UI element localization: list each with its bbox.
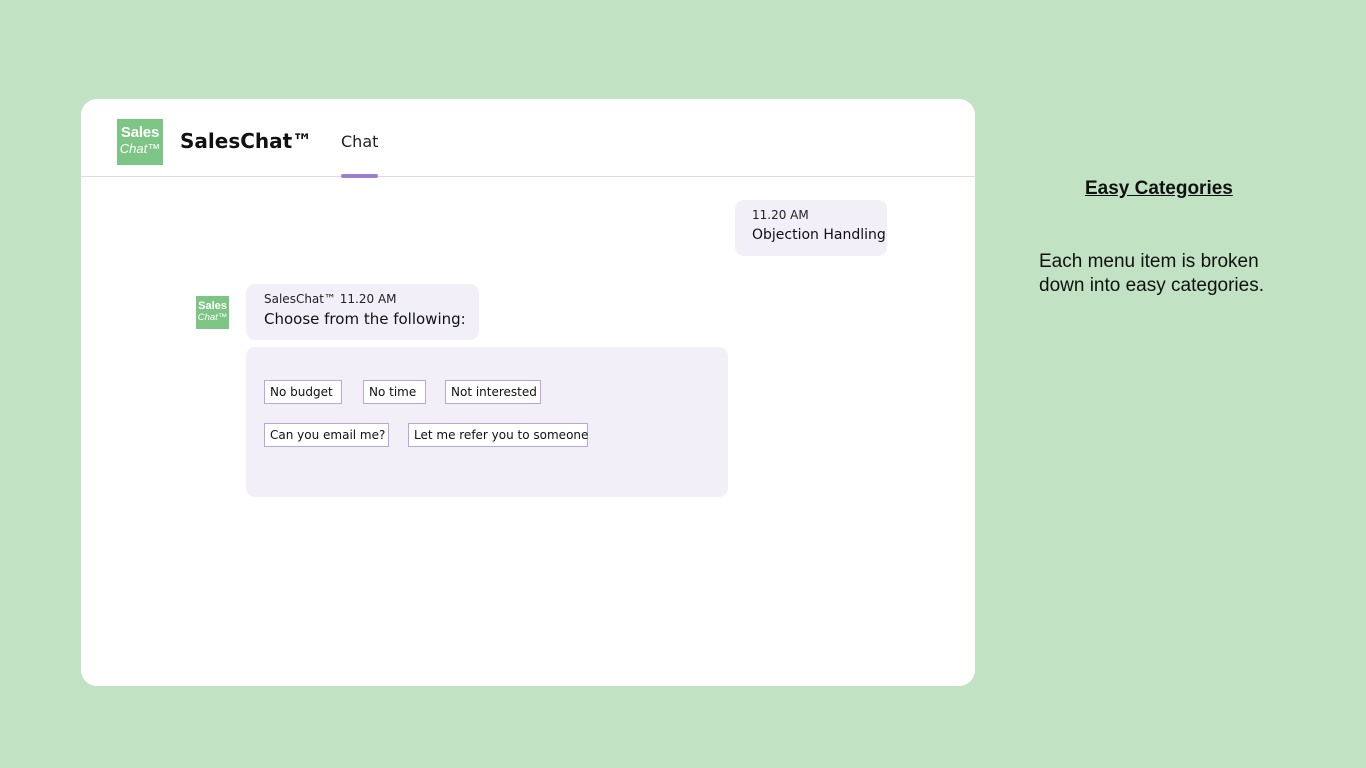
option-email-me-button[interactable]: Can you email me? <box>264 423 389 447</box>
bot-message-text: Choose from the following: <box>264 310 466 328</box>
bot-message-meta: SalesChat™ 11.20 AM <box>264 292 397 306</box>
annotation-heading: Easy Categories <box>1085 178 1233 199</box>
user-message-bubble: 11.20 AM Objection Handling <box>735 200 887 256</box>
active-tab-indicator <box>341 174 379 178</box>
annotation-text: Each menu item is broken down into easy … <box>1039 251 1264 296</box>
app-header: Sales Chat™ SalesChat™ Chat <box>81 99 975 178</box>
logo-text-chat: Chat™ <box>119 141 161 156</box>
chat-app-window: Sales Chat™ SalesChat™ Chat 11.20 AM Obj… <box>81 99 975 686</box>
bot-message-bubble: SalesChat™ 11.20 AM Choose from the foll… <box>246 284 479 340</box>
option-no-budget-button[interactable]: No budget <box>264 380 342 404</box>
user-message-time: 11.20 AM <box>752 208 809 222</box>
bot-avatar: Sales Chat™ <box>196 296 229 329</box>
tab-chat[interactable]: Chat <box>341 131 379 178</box>
app-title: SalesChat™ <box>180 129 313 153</box>
tab-chat-label: Chat <box>341 132 379 151</box>
logo-text-sales: Sales <box>120 124 160 141</box>
option-no-time-button[interactable]: No time <box>363 380 426 404</box>
bot-avatar-text-sales: Sales <box>198 300 227 312</box>
saleschat-logo: Sales Chat™ <box>117 119 163 165</box>
option-not-interested-button[interactable]: Not interested <box>445 380 541 404</box>
quick-reply-options-panel: No budget No time Not interested Can you… <box>246 347 728 497</box>
user-message-text: Objection Handling <box>752 227 886 243</box>
bot-avatar-text-chat: Chat™ <box>197 312 228 323</box>
option-refer-someone-button[interactable]: Let me refer you to someone <box>408 423 588 447</box>
